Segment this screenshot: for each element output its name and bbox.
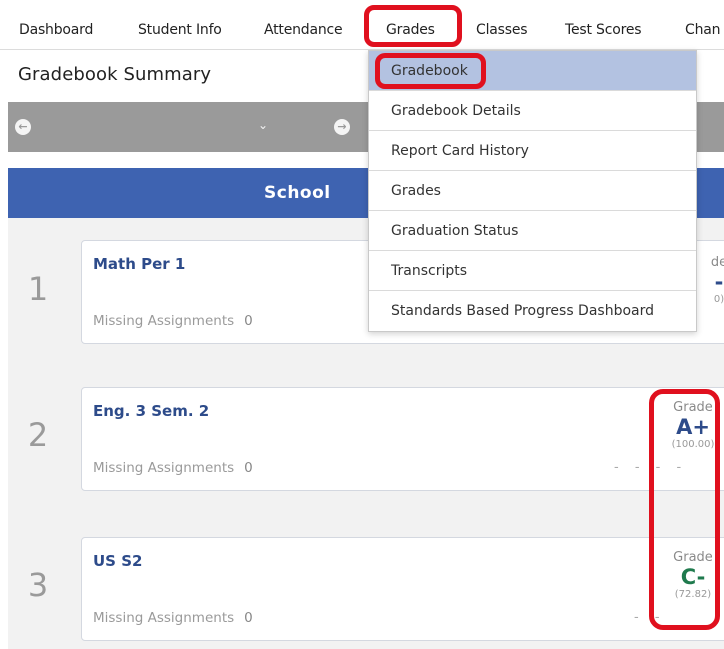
missing-assignments-label: Missing Assignments bbox=[93, 460, 235, 476]
missing-assignments: Missing Assignments 0 bbox=[93, 610, 253, 626]
course-card[interactable]: Eng. 3 Sem. 2 Missing Assignments 0 - - -… bbox=[81, 387, 724, 491]
top-navigation: Dashboard Student Info Attendance Grades… bbox=[0, 0, 724, 50]
period-number: 2 bbox=[27, 416, 49, 454]
nav-test-scores[interactable]: Test Scores bbox=[565, 0, 642, 50]
prev-arrow-icon[interactable]: ← bbox=[15, 119, 31, 135]
annotation-highlight-grades-tab bbox=[364, 5, 462, 47]
next-arrow-icon[interactable]: → bbox=[334, 119, 350, 135]
period-number: 1 bbox=[27, 270, 49, 308]
missing-assignments-count: 0 bbox=[244, 313, 253, 329]
nav-dashboard[interactable]: Dashboard bbox=[19, 0, 93, 50]
chevron-down-icon[interactable]: ⌄ bbox=[258, 118, 268, 132]
course-name[interactable]: Eng. 3 Sem. 2 bbox=[93, 402, 209, 420]
missing-assignments-label: Missing Assignments bbox=[93, 313, 235, 329]
page-title: Gradebook Summary bbox=[18, 64, 212, 85]
annotation-highlight-gradebook bbox=[375, 53, 486, 89]
nav-student-info[interactable]: Student Info bbox=[138, 0, 222, 50]
annotation-highlight-grades-column bbox=[649, 389, 720, 630]
menu-item-grades[interactable]: Grades bbox=[369, 171, 696, 211]
grades-dropdown-menu: Gradebook Gradebook Details Report Card … bbox=[368, 50, 697, 332]
course-name[interactable]: Math Per 1 bbox=[93, 255, 185, 273]
course-card[interactable]: US S2 Missing Assignments 0 - - Grade C- … bbox=[81, 537, 724, 641]
missing-assignments-count: 0 bbox=[244, 610, 253, 626]
nav-more[interactable]: Chan bbox=[685, 0, 721, 50]
nav-attendance[interactable]: Attendance bbox=[264, 0, 343, 50]
nav-classes[interactable]: Classes bbox=[476, 0, 528, 50]
missing-assignments: Missing Assignments 0 bbox=[93, 460, 253, 476]
menu-item-transcripts[interactable]: Transcripts bbox=[369, 251, 696, 291]
course-name[interactable]: US S2 bbox=[93, 552, 142, 570]
menu-item-graduation-status[interactable]: Graduation Status bbox=[369, 211, 696, 251]
menu-item-gradebook-details[interactable]: Gradebook Details bbox=[369, 91, 696, 131]
menu-item-standards-based-progress-dashboard[interactable]: Standards Based Progress Dashboard bbox=[369, 291, 696, 331]
missing-assignments-count: 0 bbox=[244, 460, 253, 476]
missing-assignments-label: Missing Assignments bbox=[93, 610, 235, 626]
period-number: 3 bbox=[27, 566, 49, 604]
menu-item-report-card-history[interactable]: Report Card History bbox=[369, 131, 696, 171]
school-header-label: School bbox=[264, 183, 331, 203]
missing-assignments: Missing Assignments 0 bbox=[93, 313, 253, 329]
